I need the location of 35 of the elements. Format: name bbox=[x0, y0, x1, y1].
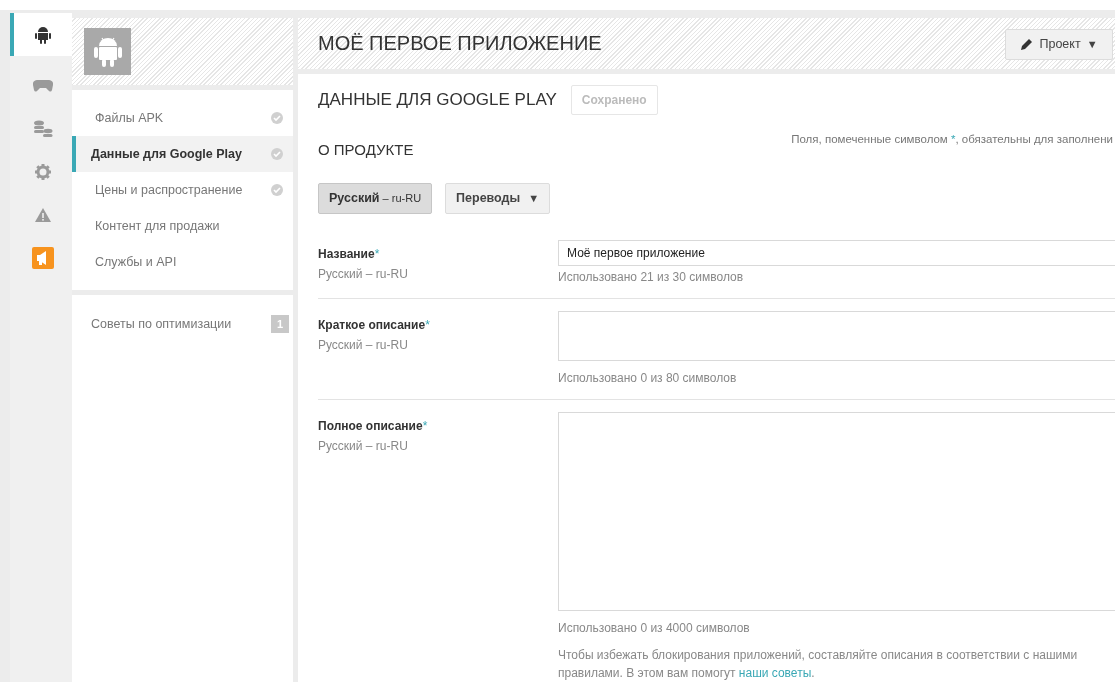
sidebar-item[interactable]: Советы по оптимизации bbox=[91, 315, 232, 334]
android-icon bbox=[35, 25, 51, 44]
required-hint: Поля, помеченные символом *, обязательны для заполнени bbox=[791, 131, 1113, 147]
coins-icon bbox=[33, 119, 53, 138]
field-locale: Русский – ru-RU bbox=[318, 337, 409, 354]
field-label: Полное описание* bbox=[318, 418, 429, 435]
char-counter: Использовано 0 из 80 символов bbox=[558, 370, 738, 387]
sidebar-item[interactable]: Цены и распространение bbox=[72, 172, 293, 208]
field-locale: Русский – ru-RU bbox=[318, 266, 409, 283]
char-counter: Использовано 0 из 4000 символов bbox=[558, 620, 751, 637]
sidebar-item[interactable]: Службы и API bbox=[72, 244, 293, 280]
sidebar-item[interactable]: Данные для Google Play bbox=[72, 136, 293, 172]
sidebar-item[interactable]: Файлы APK bbox=[72, 100, 293, 136]
rail-tab[interactable] bbox=[10, 13, 72, 56]
text-field[interactable]: Моё первое приложение bbox=[558, 240, 1115, 266]
pencil-icon bbox=[1020, 37, 1034, 51]
char-counter: Использовано 21 из 30 символов bbox=[558, 269, 745, 286]
settings-icon bbox=[35, 163, 51, 180]
section-subtitle: О ПРОДУКТЕ bbox=[318, 139, 414, 160]
translations-button[interactable]: Переводы ▼ bbox=[445, 183, 551, 214]
app-title: МОЁ ПЕРВОЕ ПРИЛОЖЕНИЕ bbox=[318, 31, 602, 57]
app-icon bbox=[84, 28, 131, 75]
field-label: Краткое описание* bbox=[318, 317, 431, 334]
gamepad-icon bbox=[33, 79, 53, 92]
field-locale: Русский – ru-RU bbox=[318, 438, 409, 455]
sidebar-item[interactable]: Контент для продажи bbox=[72, 208, 293, 244]
language-button[interactable]: Русский – ru-RU bbox=[318, 183, 433, 214]
field-label: Название* bbox=[318, 246, 381, 263]
saved-status: Сохранено bbox=[570, 84, 658, 115]
megaphone-icon bbox=[32, 246, 54, 269]
project-menu-button[interactable]: Проект ▼ bbox=[1005, 28, 1113, 60]
section-title: ДАННЫЕ ДЛЯ GOOGLE PLAY bbox=[318, 88, 557, 111]
policy-notice: Чтобы избежать блокирования приложений, составляйте описания в соответствии с нашими правилами. В этом вам помогут наши советы. bbox=[558, 647, 1079, 682]
warning-icon bbox=[35, 207, 51, 222]
text-area[interactable] bbox=[558, 311, 1115, 361]
